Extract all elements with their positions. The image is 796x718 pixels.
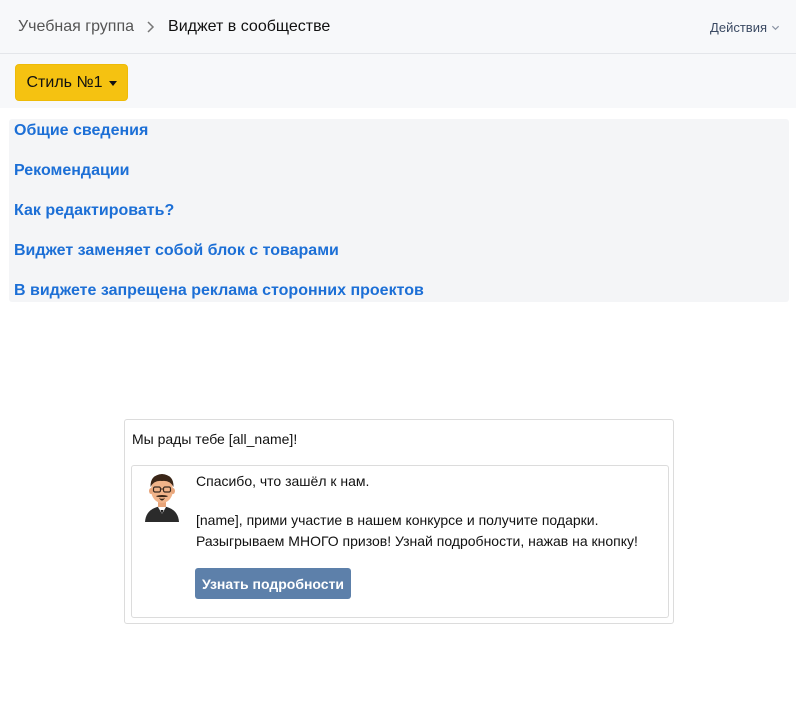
- learn-more-button[interactable]: Узнать подробности: [195, 568, 351, 599]
- widget-message-card: Спасибо, что зашёл к нам. [name], прими …: [131, 465, 669, 618]
- actions-label: Действия: [710, 20, 767, 35]
- link-recommendations[interactable]: Рекомендации: [14, 162, 130, 180]
- chevron-right-icon: [147, 21, 155, 33]
- link-how-to-edit[interactable]: Как редактировать?: [14, 202, 174, 220]
- link-general-info[interactable]: Общие сведения: [14, 122, 148, 140]
- widget-preview: Мы рады тебе [all_name]! Спасибо, что за…: [124, 419, 674, 624]
- link-widget-replaces-goods[interactable]: Виджет заменяет собой блок с товарами: [14, 242, 339, 260]
- link-ads-prohibited[interactable]: В виджете запрещена реклама сторонних пр…: [14, 282, 424, 300]
- breadcrumb-current-page: Виджет в сообществе: [168, 18, 331, 35]
- caret-down-icon: [108, 80, 117, 86]
- toolbar: Стиль №1: [0, 54, 796, 108]
- chevron-down-icon: [771, 25, 780, 31]
- avatar: [145, 474, 179, 522]
- widget-message-line-3: Разыгрываем МНОГО призов! Узнай подробно…: [196, 533, 638, 549]
- style-button-label: Стиль №1: [26, 73, 103, 91]
- widget-message-line-1: Спасибо, что зашёл к нам.: [196, 473, 370, 489]
- top-bar: Учебная группа Виджет в сообществе Дейст…: [0, 0, 796, 54]
- breadcrumb: Учебная группа Виджет в сообществе: [18, 18, 330, 36]
- actions-menu[interactable]: Действия: [710, 20, 780, 35]
- breadcrumb-group-link[interactable]: Учебная группа: [18, 18, 134, 36]
- widget-message-line-2: [name], прими участие в нашем конкурсе и…: [196, 512, 599, 528]
- style-dropdown-button[interactable]: Стиль №1: [15, 64, 128, 101]
- widget-title: Мы рады тебе [all_name]!: [132, 431, 298, 447]
- info-panel: Общие сведения Рекомендации Как редактир…: [9, 119, 789, 302]
